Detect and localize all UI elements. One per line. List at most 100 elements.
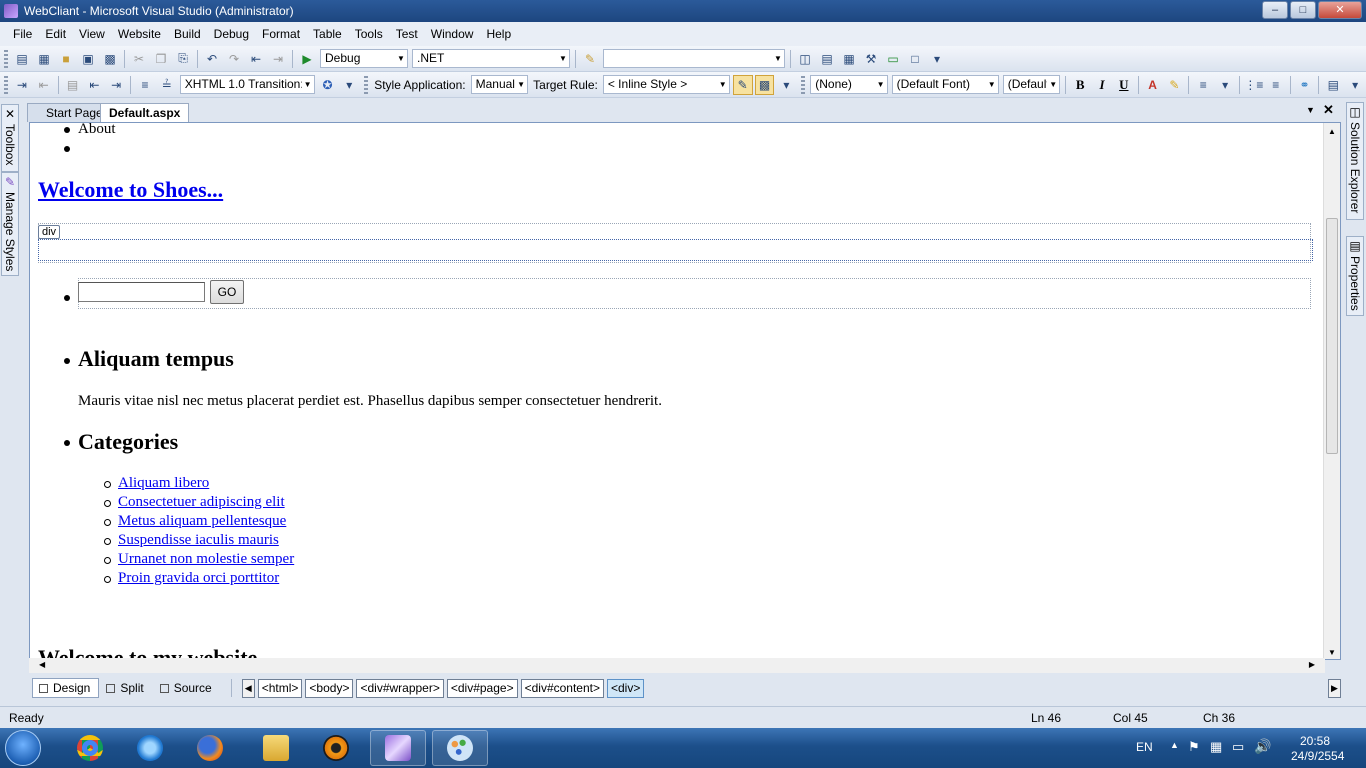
block-format-combo[interactable]: (None) ▼ xyxy=(810,75,888,94)
manage-styles-tab[interactable]: ✎ Manage Styles xyxy=(1,172,19,276)
justify-options-icon[interactable]: ▾ xyxy=(1215,75,1235,95)
toolbar-grip[interactable] xyxy=(801,75,806,94)
horizontal-scrollbar[interactable]: ◀ ▶ xyxy=(29,658,1325,673)
platform-combo[interactable]: .NET ▼ xyxy=(412,49,570,68)
menu-table[interactable]: Table xyxy=(307,27,349,41)
add-item-icon[interactable]: ▦ xyxy=(34,49,54,69)
site-heading-link[interactable]: Welcome to Shoes... xyxy=(38,177,223,203)
properties-window-icon[interactable]: ▤ xyxy=(817,49,837,69)
menu-edit[interactable]: Edit xyxy=(39,27,73,41)
display-icon[interactable]: ▭ xyxy=(1232,739,1244,755)
selected-div[interactable] xyxy=(38,239,1313,261)
highlight-color-icon[interactable]: ✎ xyxy=(1165,75,1185,95)
start-page-icon[interactable]: ▭ xyxy=(883,49,903,69)
category-link[interactable]: Aliquam libero xyxy=(118,475,209,492)
toolbar-grip[interactable] xyxy=(4,49,8,68)
bold-button[interactable]: B xyxy=(1070,75,1090,95)
tag-nav-left-icon[interactable]: ◀ xyxy=(241,678,255,698)
tab-start-page[interactable]: Start Page xyxy=(27,103,112,122)
scrollbar-thumb[interactable] xyxy=(1326,218,1338,454)
design-view-button[interactable]: Design xyxy=(32,678,100,698)
clock-date[interactable]: 24/9/2554 xyxy=(1291,749,1344,763)
underline-button[interactable]: U xyxy=(1114,75,1134,95)
design-surface[interactable]: About Welcome to Shoes... GO Aliquam tem… xyxy=(29,122,1341,660)
menu-tools[interactable]: Tools xyxy=(349,27,390,41)
menu-test[interactable]: Test xyxy=(390,27,425,41)
toolbar-grip[interactable] xyxy=(364,75,369,94)
save-all-icon[interactable]: ▩ xyxy=(100,49,120,69)
tab-default-aspx[interactable]: Default.aspx xyxy=(100,103,190,122)
foreground-color-icon[interactable]: A xyxy=(1143,75,1163,95)
category-link[interactable]: Urnanet non molestie semper xyxy=(118,551,294,568)
scroll-down-icon[interactable]: ▼ xyxy=(1328,648,1336,657)
taskbar-explorer[interactable] xyxy=(248,730,304,766)
close-document-icon[interactable]: ✕ xyxy=(1323,102,1334,118)
toolbar-options-icon[interactable]: ▾ xyxy=(776,75,796,95)
find-in-files-icon[interactable]: ✎ xyxy=(580,49,600,69)
language-indicator[interactable]: EN xyxy=(1136,740,1153,754)
taskbar-visual-studio[interactable] xyxy=(370,730,426,766)
open-file-icon[interactable]: ■ xyxy=(56,49,76,69)
accessibility-options-icon[interactable]: ▾ xyxy=(339,75,359,95)
cut-icon[interactable]: ✂ xyxy=(129,49,149,69)
next-bookmark-icon[interactable]: ⇤ xyxy=(34,75,54,95)
taskbar-vlc[interactable] xyxy=(308,730,364,766)
taskbar-internet-explorer[interactable] xyxy=(122,730,178,766)
network-icon[interactable]: ▦ xyxy=(1210,739,1222,755)
category-link[interactable]: Proin gravida orci porttitor xyxy=(118,570,279,587)
split-view-button[interactable]: Split xyxy=(99,678,152,698)
paste-icon[interactable]: ⎘ xyxy=(173,49,193,69)
style-application-combo[interactable]: Manual ▼ xyxy=(470,75,529,94)
taskbar-paint[interactable] xyxy=(432,730,488,766)
navigate-backward-icon[interactable]: ⇤ xyxy=(246,49,266,69)
bulleted-list-icon[interactable]: ⋮≡ xyxy=(1244,75,1264,95)
scroll-up-icon[interactable]: ▲ xyxy=(1328,127,1336,136)
tag-crumb-wrapper[interactable]: <div#wrapper> xyxy=(356,678,444,698)
tag-crumb-page[interactable]: <div#page> xyxy=(446,678,518,698)
active-files-dropdown-icon[interactable]: ▼ xyxy=(1306,105,1315,115)
category-link[interactable]: Consectetuer adipiscing elit xyxy=(118,494,285,511)
scroll-right-icon[interactable]: ▶ xyxy=(1309,660,1315,669)
tag-crumb-div[interactable]: <div> xyxy=(607,678,645,698)
menu-window[interactable]: Window xyxy=(425,27,481,41)
start-button[interactable] xyxy=(5,730,41,766)
doctype-combo[interactable]: XHTML 1.0 Transition: ▼ xyxy=(179,75,315,94)
increase-indent-icon[interactable]: ⇥ xyxy=(106,75,126,95)
properties-tab[interactable]: ▤ Properties xyxy=(1346,236,1364,316)
taskbar-chrome[interactable] xyxy=(62,730,118,766)
search-input[interactable] xyxy=(78,282,205,302)
vertical-scrollbar[interactable]: ▲ ▼ xyxy=(1323,123,1340,659)
comment-icon[interactable]: ▤ xyxy=(63,75,83,95)
clock-time[interactable]: 20:58 xyxy=(1300,734,1330,748)
restore-button[interactable]: □ xyxy=(1290,1,1316,19)
tag-nav-right-icon[interactable]: ▶ xyxy=(1328,678,1341,698)
navigate-forward-icon[interactable]: ⇥ xyxy=(268,49,288,69)
show-overlay-icon[interactable]: ▩ xyxy=(754,74,775,95)
target-rule-combo[interactable]: < Inline Style > ▼ xyxy=(602,75,730,94)
solution-explorer-icon[interactable]: ◫ xyxy=(795,49,815,69)
start-debugging-icon[interactable]: ▶ xyxy=(297,49,317,69)
source-view-button[interactable]: Source xyxy=(153,678,221,698)
toolbox-tab[interactable]: ✕ Toolbox xyxy=(1,104,19,172)
new-project-icon[interactable]: ▤ xyxy=(12,49,32,69)
font-size-combo[interactable]: (Default ▼ xyxy=(1002,75,1061,94)
menu-debug[interactable]: Debug xyxy=(208,27,256,41)
menu-format[interactable]: Format xyxy=(256,27,307,41)
solution-explorer-tab[interactable]: ◫ Solution Explorer xyxy=(1346,102,1364,220)
toolbar-grip[interactable] xyxy=(4,75,8,94)
menu-file[interactable]: File xyxy=(0,27,39,41)
find-combo[interactable]: ▼ xyxy=(603,49,785,68)
category-link[interactable]: Suspendisse iaculis mauris xyxy=(118,532,279,549)
scroll-left-icon[interactable]: ◀ xyxy=(39,660,45,669)
toolbar-options-icon[interactable]: ▾ xyxy=(1345,75,1365,95)
format-selection-icon[interactable]: ≟ xyxy=(157,75,177,95)
save-icon[interactable]: ▣ xyxy=(78,49,98,69)
action-center-flag-icon[interactable]: ⚑ xyxy=(1188,739,1200,755)
tag-crumb-content[interactable]: <div#content> xyxy=(520,678,604,698)
go-button[interactable]: GO xyxy=(210,280,244,304)
minimize-button[interactable]: – xyxy=(1262,1,1288,19)
redo-icon[interactable]: ↷ xyxy=(224,49,244,69)
font-name-combo[interactable]: (Default Font) ▼ xyxy=(891,75,999,94)
undo-icon[interactable]: ↶ xyxy=(202,49,222,69)
previous-bookmark-icon[interactable]: ⇥ xyxy=(12,75,32,95)
